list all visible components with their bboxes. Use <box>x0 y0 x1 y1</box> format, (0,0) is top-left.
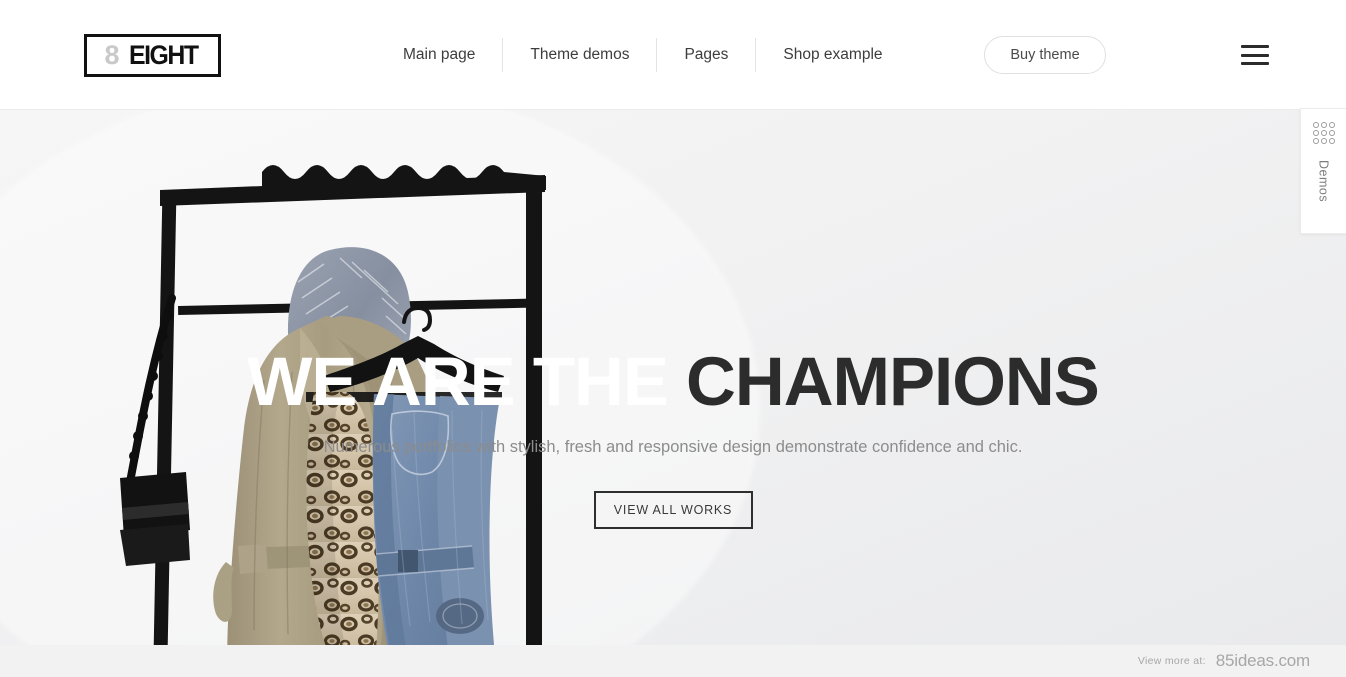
hamburger-menu-icon[interactable] <box>1241 45 1269 65</box>
demos-side-tab[interactable]: Demos <box>1300 108 1346 234</box>
nav-item-pages[interactable]: Pages <box>657 38 757 72</box>
logo-numeral: 8 <box>104 40 119 70</box>
grid-dot <box>1328 122 1335 128</box>
landing-page: 8 EIGHT Main page Theme demos Pages Shop… <box>0 0 1346 677</box>
logo-wordmark: EIGHT <box>128 40 199 70</box>
nav-item-theme-demos[interactable]: Theme demos <box>503 38 658 72</box>
attribution-brand[interactable]: 85ideas.com <box>1216 651 1310 671</box>
hamburger-bar <box>1241 62 1269 65</box>
nav-item-main-page[interactable]: Main page <box>376 38 504 72</box>
attribution-prefix: View more at: <box>1137 655 1206 667</box>
main-navigation: Main page Theme demos Pages Shop example <box>376 38 910 72</box>
grid-dot <box>1312 122 1319 128</box>
grid-dot <box>1320 130 1327 136</box>
grid-dot <box>1328 130 1335 136</box>
demos-tab-label: Demos <box>1316 160 1331 203</box>
site-header: 8 EIGHT Main page Theme demos Pages Shop… <box>0 0 1346 110</box>
buy-theme-button[interactable]: Buy theme <box>984 36 1106 74</box>
hamburger-bar <box>1241 53 1269 57</box>
grid-dot <box>1320 122 1327 128</box>
view-all-works-button[interactable]: VIEW ALL WORKS <box>593 491 753 529</box>
nav-item-shop-example[interactable]: Shop example <box>756 38 909 72</box>
hero-section: WE ARE THE CHAMPIONS Numerous portfolios… <box>0 110 1346 645</box>
grid-dot <box>1320 138 1327 144</box>
grid-dot <box>1312 138 1319 144</box>
grid-dot <box>1312 130 1319 136</box>
grid-dot <box>1328 138 1335 144</box>
attribution-bar: View more at: 85ideas.com <box>0 645 1346 677</box>
hero-background-photo <box>0 110 1346 645</box>
grid-dots-icon <box>1312 122 1335 144</box>
site-logo[interactable]: 8 EIGHT <box>84 34 221 77</box>
hamburger-bar <box>1241 45 1269 48</box>
